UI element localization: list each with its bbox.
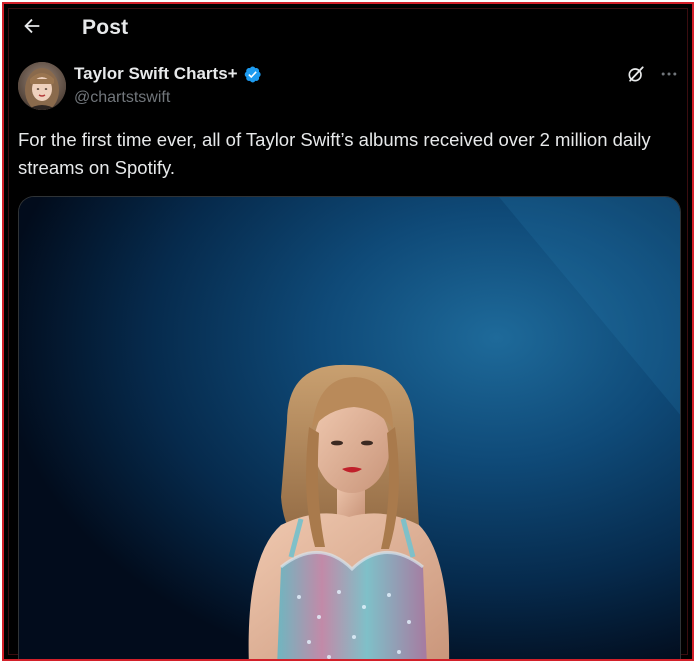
verified-badge-icon — [244, 66, 261, 82]
post-image[interactable] — [18, 196, 681, 659]
concert-photo — [19, 197, 680, 659]
page-title: Post — [82, 16, 129, 39]
more-horizontal-icon — [661, 72, 677, 76]
more-button[interactable] — [656, 62, 682, 86]
back-button[interactable] — [18, 12, 46, 40]
avatar[interactable] — [18, 62, 66, 110]
post-text: For the first time ever, all of Taylor S… — [18, 129, 651, 178]
grok-icon — [628, 66, 644, 82]
author-name[interactable]: Taylor Swift Charts+ — [74, 64, 262, 84]
arrow-left-icon — [24, 18, 40, 34]
grok-button[interactable] — [624, 62, 648, 86]
avatar-image — [18, 62, 66, 110]
author-name-text: Taylor Swift Charts+ — [74, 64, 238, 83]
post-page: Post Taylor Swift Charts+ @chartstswift … — [2, 2, 694, 661]
header: Post — [4, 4, 692, 54]
author-handle[interactable]: @chartstswift — [74, 89, 170, 107]
